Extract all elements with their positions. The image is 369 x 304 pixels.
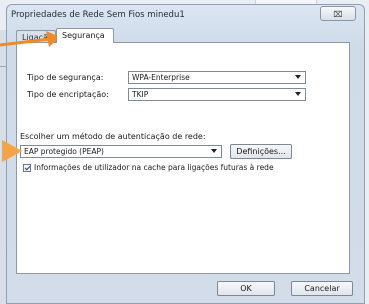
encryption-type-label: Tipo de encriptação: [27, 90, 109, 99]
chevron-down-icon [295, 75, 301, 79]
chevron-down-icon [295, 92, 301, 96]
encryption-type-value: TKIP [132, 90, 149, 99]
title-bar: Propriedades de Rede Sem Fios minedu1 ⌧ [7, 5, 364, 27]
arrow-right-icon [2, 140, 22, 162]
close-icon: ⌧ [333, 10, 343, 19]
auth-method-value: EAP protegido (PEAP) [24, 147, 104, 156]
cache-credentials-label: Informações de utilizador na cache para … [34, 163, 274, 172]
cancel-button[interactable]: Cancelar [291, 281, 353, 296]
tab-security[interactable]: Segurança [56, 28, 114, 43]
encryption-type-select[interactable]: TKIP [128, 88, 306, 101]
close-button[interactable]: ⌧ [320, 6, 356, 21]
window-title: Propriedades de Rede Sem Fios minedu1 [11, 10, 185, 20]
security-type-label: Tipo de segurança: [27, 73, 104, 82]
security-tab-panel: Tipo de segurança: WPA-Enterprise Tipo d… [16, 42, 350, 274]
ok-button[interactable]: OK [217, 281, 275, 296]
auth-method-select[interactable]: EAP protegido (PEAP) [20, 145, 222, 158]
chevron-down-icon [211, 149, 217, 153]
security-type-select[interactable]: WPA-Enterprise [128, 71, 306, 84]
cache-credentials-checkbox[interactable] [23, 164, 31, 172]
settings-button[interactable]: Definições... [230, 144, 292, 159]
auth-method-label: Escolher um método de autenticação de re… [20, 132, 206, 141]
security-type-value: WPA-Enterprise [132, 73, 190, 82]
